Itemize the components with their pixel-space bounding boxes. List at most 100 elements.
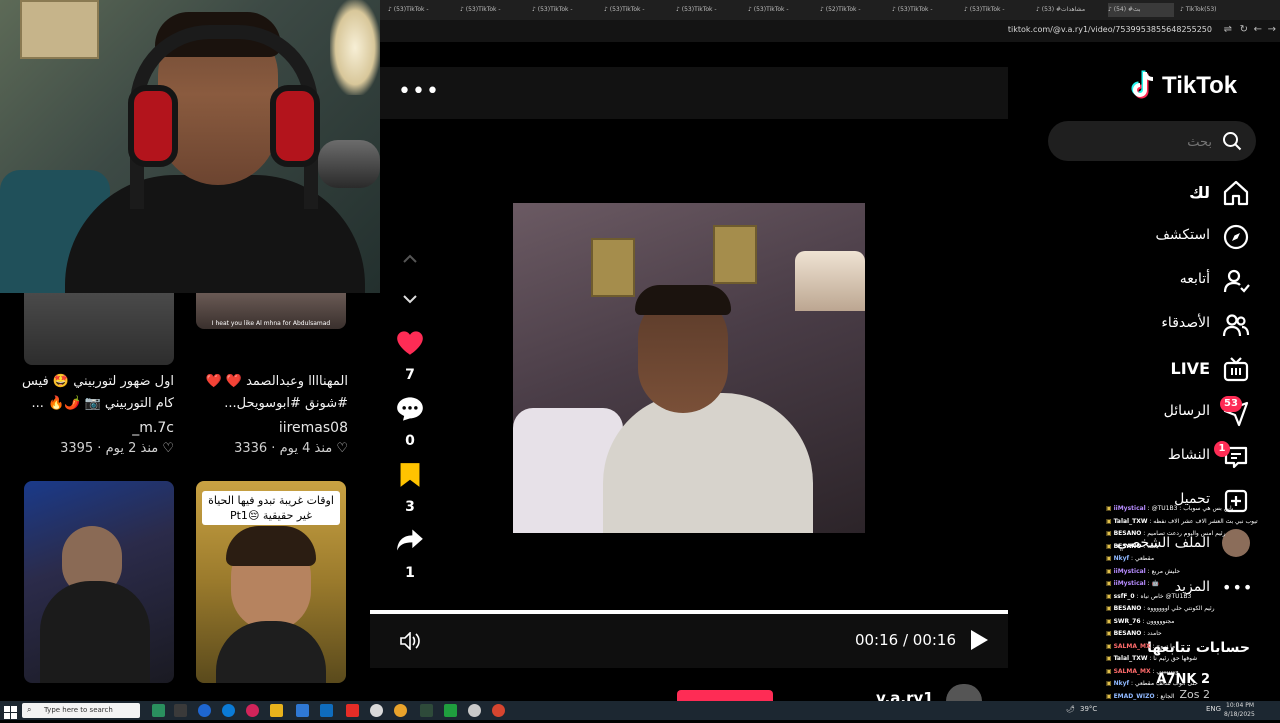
extensions-icon[interactable]: ⇌ — [1224, 24, 1232, 35]
browser-tab[interactable]: ♪ (53)TikTok - — [460, 3, 526, 17]
youtube-icon[interactable] — [346, 704, 359, 717]
forward-icon[interactable]: → — [1268, 24, 1276, 35]
chrome-icon[interactable] — [370, 704, 383, 717]
video-thumbnail[interactable] — [24, 293, 174, 365]
browser-tab[interactable]: ♪ (53)TikTok - — [748, 3, 814, 17]
home-icon — [1223, 180, 1249, 206]
video-player[interactable] — [513, 203, 865, 533]
play-icon[interactable] — [971, 630, 988, 650]
edge-icon[interactable] — [222, 704, 235, 717]
chat-text: وييييييييي — [1156, 667, 1179, 675]
video-thumbnail[interactable]: اوقات غريبة تبدو فيها الحياة غير حقيقية … — [196, 481, 346, 683]
tab-label: (53)TikTok - — [681, 6, 717, 13]
nav-following[interactable]: أتابعه — [1100, 265, 1250, 299]
tiktok-logo[interactable]: TikTok — [1130, 70, 1250, 104]
nav-friends[interactable]: الأصدقاء — [1100, 309, 1250, 343]
browser-tab[interactable]: ♪ (53) #مشاهدات — [1036, 3, 1102, 17]
video-wall-poster — [591, 238, 635, 297]
video-thumbnail[interactable]: I heat you like Al mhna for Abdulsamad — [196, 293, 346, 329]
like-count: 3395 — [60, 441, 94, 456]
chat-text: بحت — [1147, 542, 1159, 550]
nav-label: الرسائل — [1163, 403, 1210, 419]
nav-label: أتابعه — [1179, 271, 1210, 287]
search-icon[interactable] — [1222, 131, 1242, 151]
chat-text: حامدد — [1147, 630, 1162, 637]
browser-tab[interactable]: ♪ (53)TikTok - — [676, 3, 742, 17]
chat-badge-icon: ▣ — [1106, 667, 1114, 675]
address-bar[interactable]: tiktok.com/@v.a.ry1/video/75399538556482… — [380, 20, 1280, 42]
tab-label: (53) #مشاهدات — [1041, 6, 1086, 13]
save-button[interactable] — [390, 462, 430, 492]
video-author[interactable]: iiremas08 — [196, 420, 348, 436]
wall-poster — [20, 0, 99, 59]
share-button[interactable] — [390, 528, 430, 556]
tiktok-note-icon — [1131, 70, 1154, 99]
chrome-icon[interactable] — [468, 704, 481, 717]
clock-time[interactable]: 10:04 PM — [1226, 702, 1254, 709]
app-icon[interactable] — [198, 704, 211, 717]
xbox-icon[interactable] — [444, 704, 457, 717]
clock-date[interactable]: 8/18/2025 — [1224, 711, 1255, 718]
app-icon[interactable] — [420, 704, 433, 717]
outlook-icon[interactable] — [320, 704, 333, 717]
taskbar-search-text: Type here to search — [44, 706, 113, 714]
nav-for-you[interactable]: لك — [1100, 177, 1250, 211]
taskbar-search[interactable]: ⌕ Type here to search — [22, 703, 140, 718]
start-button[interactable] — [4, 704, 17, 719]
chevron-down-icon[interactable] — [390, 290, 430, 309]
search-input[interactable] — [1060, 129, 1214, 155]
weather-icon[interactable]: 🌶 — [1066, 705, 1075, 713]
nav-live[interactable]: LIVE — [1100, 353, 1250, 387]
chat-text: @TU1B3 : يابن بس هي سوباب — [1151, 505, 1234, 512]
chevron-up-icon[interactable] — [390, 250, 430, 269]
browser-tab[interactable]: ♪ (53)TikTok - — [964, 3, 1030, 17]
chat-badge-icon: ▣ — [1106, 567, 1114, 575]
author-avatar[interactable] — [946, 684, 982, 701]
back-icon[interactable]: ← — [1254, 24, 1262, 35]
search-icon: ⌕ — [27, 705, 32, 714]
app-icon[interactable] — [394, 704, 407, 717]
chat-badge-icon: ▣ — [1106, 555, 1114, 562]
video-caption[interactable]: المهناااا وعبدالصمد ❤️ ❤️ #شونق #ابوسويح… — [196, 371, 348, 415]
comment-button[interactable] — [390, 396, 430, 426]
browser-tab[interactable]: ♪ (53)TikTok - — [892, 3, 958, 17]
search-bar[interactable] — [1048, 121, 1256, 161]
nav-explore[interactable]: استكشف — [1100, 221, 1250, 255]
volume-icon[interactable] — [400, 631, 422, 654]
browser-tab[interactable]: ♪ (53)TikTok - — [388, 3, 454, 17]
friends-icon — [1222, 314, 1250, 337]
chat-text: شوفها حق رئيم نا — [1153, 655, 1198, 662]
task-view-icon[interactable] — [174, 704, 187, 717]
video-caption[interactable]: اول ضهور لتوربيني 🤩 فيس كام التوربيني 📷 … — [22, 371, 174, 415]
app-icon[interactable] — [492, 704, 505, 717]
app-icon[interactable] — [246, 704, 259, 717]
video-author[interactable]: _m.7c — [22, 420, 174, 436]
browser-tab[interactable]: ♪ TikTok(53) — [1180, 3, 1246, 17]
language-indicator[interactable]: ENG — [1206, 705, 1221, 713]
nav-messages[interactable]: الرسائل 53 — [1100, 396, 1250, 431]
url-text[interactable]: tiktok.com/@v.a.ry1/video/75399538556482… — [1008, 25, 1212, 34]
browser-tab[interactable]: ♪ (54) #بث — [1108, 3, 1174, 17]
chat-message: ▣ Nkyf : حتى الوف سالف مقطعي — [1106, 678, 1280, 691]
browser-tab[interactable]: ♪ (52)TikTok - — [820, 3, 886, 17]
app-icon[interactable] — [296, 704, 309, 717]
like-button[interactable] — [390, 330, 430, 360]
chat-username: SWR_76 — [1113, 617, 1141, 625]
reload-icon[interactable]: ↻ — [1240, 24, 1248, 35]
browser-tab[interactable]: ♪ (53)TikTok - — [532, 3, 598, 17]
follow-button[interactable] — [677, 690, 773, 701]
widgets-icon[interactable] — [152, 704, 165, 717]
tab-label: (53)TikTok - — [465, 6, 501, 13]
more-options-button[interactable]: ••• — [398, 79, 440, 104]
nav-activity[interactable]: النشاط 1 — [1100, 441, 1250, 475]
weather-temp[interactable]: 39°C — [1080, 705, 1097, 713]
lamp — [330, 0, 380, 95]
video-thumbnail[interactable] — [24, 481, 174, 683]
browser-tab[interactable]: ♪ (53)TikTok - — [604, 3, 670, 17]
file-explorer-icon[interactable] — [270, 704, 283, 717]
chat-username: iiMystical — [1113, 567, 1146, 575]
video-meta: منذ 2 يوم · 3395 ♡ — [60, 441, 174, 456]
chat-message: ▣ BESANO : حامدد — [1106, 628, 1280, 641]
tab-label: (53)TikTok - — [969, 6, 1005, 13]
chat-message: ▣ Talal_TXW : تيوب نبي بث العشر الاف عشر… — [1106, 516, 1280, 529]
